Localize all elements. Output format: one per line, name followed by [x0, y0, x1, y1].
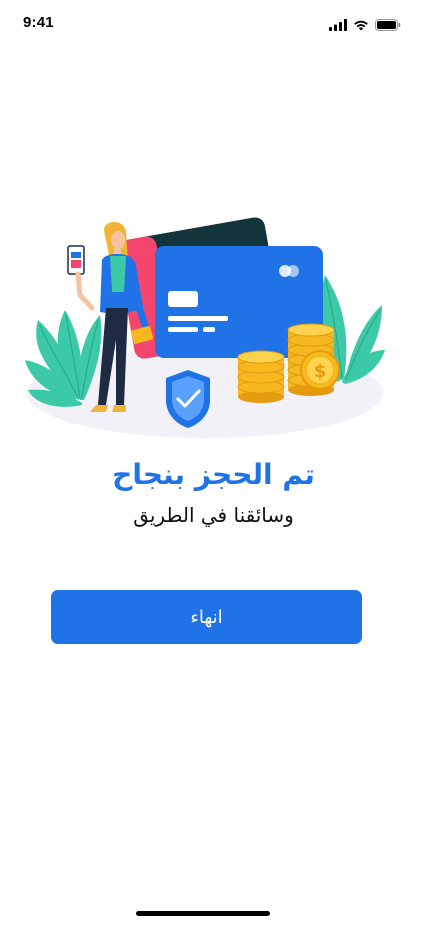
status-bar: 9:41 — [0, 0, 427, 48]
finish-button-label: انهاء — [190, 606, 223, 628]
dollar-coin-icon: $ — [300, 350, 340, 390]
success-subtitle: وسائقنا في الطريق — [133, 503, 294, 527]
booking-success-illustration: $ — [20, 200, 390, 450]
svg-text:$: $ — [314, 361, 327, 382]
success-title: تم الحجز بنجاح — [112, 458, 315, 491]
status-icons — [329, 16, 401, 35]
cellular-signal-icon — [329, 16, 347, 35]
status-time: 9:41 — [23, 14, 54, 31]
wifi-icon — [353, 16, 369, 35]
battery-icon — [375, 16, 401, 35]
finish-button[interactable]: انهاء — [51, 590, 362, 644]
coin-stack-small — [237, 350, 285, 403]
home-indicator[interactable] — [136, 911, 270, 916]
